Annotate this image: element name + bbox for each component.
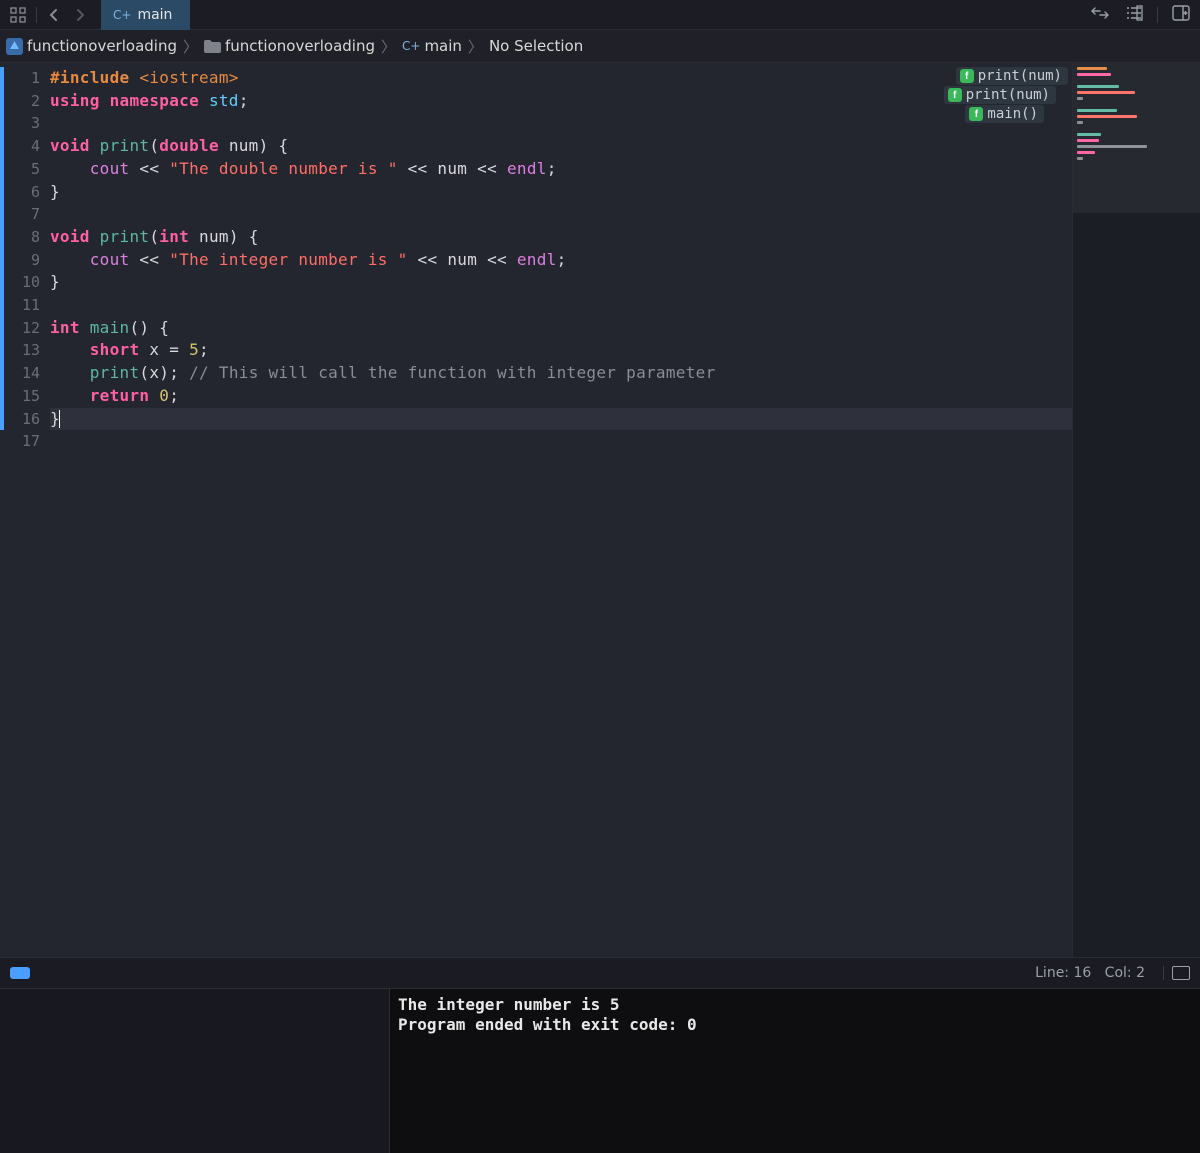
status-separator [1163, 966, 1164, 980]
code-line[interactable]: #include <iostream> [50, 67, 1072, 90]
gutter: 1234567891011121314151617 [0, 63, 50, 957]
function-tag[interactable]: f main() [965, 105, 1044, 123]
code-line[interactable]: cout << "The double number is " << num <… [50, 158, 1072, 181]
code-line[interactable]: cout << "The integer number is " << num … [50, 249, 1072, 272]
code-line[interactable]: int main() { [50, 317, 1072, 340]
status-bar: Line: 16 Col: 2 [0, 958, 1200, 988]
project-icon [6, 38, 23, 55]
function-tag-label: print(num) [966, 87, 1050, 103]
code-area[interactable]: #include <iostream>using namespace std; … [50, 63, 1072, 957]
code-line[interactable] [50, 294, 1072, 317]
function-tag-label: main() [987, 106, 1038, 122]
folder-icon [204, 38, 221, 55]
gutter-line: 15 [0, 385, 50, 408]
code-line[interactable]: short x = 5; [50, 339, 1072, 362]
status-line-label: Line: [1035, 965, 1069, 981]
gutter-line: 13 [0, 339, 50, 362]
nav-back-icon[interactable] [43, 6, 65, 24]
console: The integer number is 5 Program ended wi… [0, 988, 1200, 1153]
gutter-line: 16 [0, 408, 50, 431]
function-tag[interactable]: f print(num) [944, 86, 1056, 104]
function-tags: f print(num) f print(num) f main() [944, 67, 1068, 123]
gutter-line: 3 [0, 112, 50, 135]
tab-label: main [137, 7, 172, 23]
cpp-file-icon: C+ [402, 39, 420, 53]
status-col-value: 2 [1136, 965, 1145, 981]
code-line[interactable] [50, 430, 1072, 453]
gutter-line: 1 [0, 67, 50, 90]
code-line[interactable]: return 0; [50, 385, 1072, 408]
function-badge-icon: f [969, 107, 983, 121]
editor-main: 1234567891011121314151617 #include <iost… [0, 63, 1200, 957]
minimap[interactable] [1072, 63, 1200, 957]
status-wrap: Line: 16 Col: 2 The integer number is 5 … [0, 957, 1200, 1153]
gutter-line: 7 [0, 203, 50, 226]
minimap-viewport[interactable] [1073, 63, 1200, 213]
gutter-line: 6 [0, 181, 50, 204]
breadcrumb-selection[interactable]: No Selection [489, 37, 583, 55]
toolbar-separator [36, 7, 37, 23]
chevron-right-icon: 〉 [379, 36, 398, 57]
chevron-right-icon: 〉 [466, 36, 485, 57]
function-badge-icon: f [960, 69, 974, 83]
code-line[interactable]: } [50, 271, 1072, 294]
toolbar-separator [1157, 7, 1158, 23]
text-cursor [59, 410, 60, 428]
gutter-line: 2 [0, 90, 50, 113]
editor-toolbar: C+ main [0, 0, 1200, 30]
canvas-icon[interactable] [1172, 966, 1190, 980]
chevron-right-icon: 〉 [181, 36, 200, 57]
code-line[interactable]: void print(double num) { [50, 135, 1072, 158]
add-editor-icon[interactable] [1168, 3, 1194, 27]
breadcrumb-file[interactable]: main [424, 37, 461, 55]
code-line[interactable]: void print(int num) { [50, 226, 1072, 249]
function-tag[interactable]: f print(num) [956, 67, 1068, 85]
code-line[interactable] [50, 203, 1072, 226]
cpp-file-icon: C+ [113, 8, 131, 22]
debug-bar-icon[interactable] [10, 967, 30, 979]
editor[interactable]: 1234567891011121314151617 #include <iost… [0, 63, 1072, 957]
nav-forward-icon[interactable] [69, 6, 91, 24]
gutter-line: 8 [0, 226, 50, 249]
breadcrumb-project[interactable]: functionoverloading [27, 37, 177, 55]
code-line[interactable]: } [50, 408, 1072, 431]
console-output[interactable]: The integer number is 5 Program ended wi… [390, 989, 1200, 1153]
function-badge-icon: f [948, 88, 962, 102]
status-line-value: 16 [1073, 965, 1091, 981]
file-tab[interactable]: C+ main [101, 0, 190, 30]
gutter-line: 5 [0, 158, 50, 181]
compare-icon[interactable] [1087, 3, 1113, 27]
breadcrumb-folder[interactable]: functionoverloading [225, 37, 375, 55]
gutter-line: 17 [0, 430, 50, 453]
adjust-editor-icon[interactable] [1121, 3, 1147, 27]
code-line[interactable]: print(x); // This will call the function… [50, 362, 1072, 385]
change-indicator [0, 67, 4, 430]
function-tag-label: print(num) [978, 68, 1062, 84]
gutter-line: 11 [0, 294, 50, 317]
code-line[interactable]: } [50, 181, 1072, 204]
gutter-line: 10 [0, 271, 50, 294]
gutter-line: 4 [0, 135, 50, 158]
code-line[interactable] [50, 112, 1072, 135]
code-line[interactable]: using namespace std; [50, 90, 1072, 113]
variables-view[interactable] [0, 989, 390, 1153]
breadcrumb: functionoverloading 〉 functionoverloadin… [0, 30, 1200, 63]
status-col-label: Col: [1105, 965, 1132, 981]
gutter-line: 12 [0, 317, 50, 340]
gutter-line: 14 [0, 362, 50, 385]
related-items-icon[interactable] [6, 5, 30, 25]
gutter-line: 9 [0, 249, 50, 272]
